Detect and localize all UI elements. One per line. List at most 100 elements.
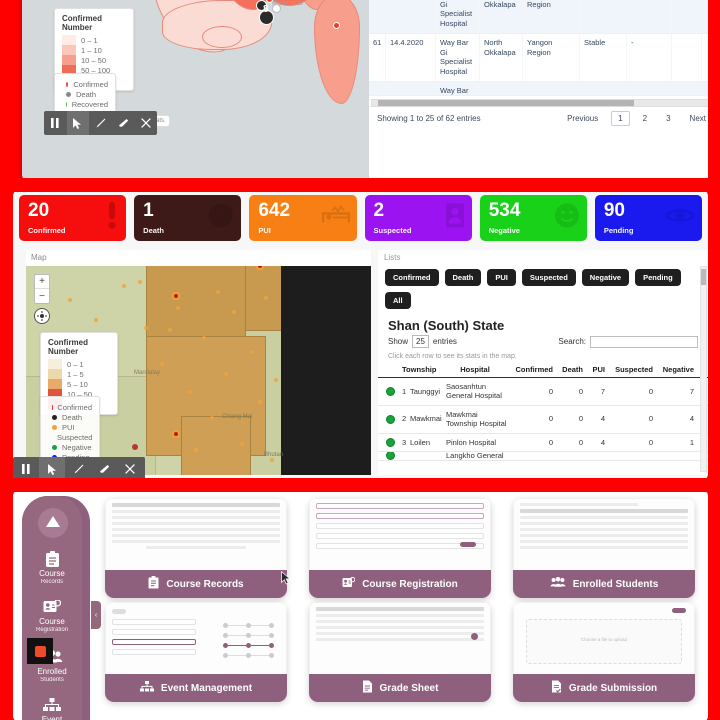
list-item[interactable]: 3 Loilen Pinlon Hospital 0 0 4 0 1 [378,434,708,452]
lists-vertical-scrollbar[interactable] [700,266,707,472]
pagination-previous[interactable]: Previous [561,112,604,125]
pagination-page-1[interactable]: 1 [611,110,630,126]
sidebar-collapse-button[interactable]: ‹ [91,601,101,629]
table-pagination[interactable]: Previous 1 2 3 Next [561,110,712,126]
sidebar-item-label: Enrolled [37,667,67,676]
sidebar-item-label: Course [39,617,65,626]
list-item[interactable]: 1 Taunggyi Saosanhtun General Hospital 0… [378,378,708,406]
portal-card-course-records[interactable]: Course Records [105,498,287,598]
map-marker-cluster[interactable] [272,4,281,13]
cell-hospital: Saosanhtun General Hospital [446,382,502,401]
portal-card-course-registration[interactable]: Course Registration [309,498,491,598]
th-negative[interactable]: Negative [655,362,696,377]
alert-circle-icon [208,203,234,234]
th-pui[interactable]: PUI [585,362,607,377]
table-row[interactable]: Way Bar [369,81,720,96]
th-confirmed[interactable]: Confirmed [508,362,555,377]
sidebar-item-event[interactable]: Event [22,696,82,720]
cell-confirmed: 0 [548,386,553,396]
pagination-page-2[interactable]: 2 [637,112,653,125]
eraser-icon[interactable] [112,111,135,135]
map-marker-confirmed[interactable] [172,430,180,438]
pen-icon[interactable] [89,111,112,135]
map-place-label: Mandalay [134,370,161,376]
map-marker-confirmed[interactable] [172,292,180,300]
card-caption: Course Registration [309,570,491,598]
covid-lists-card: Lists Confirmed Death PUI Suspected Nega… [378,250,708,475]
covid-cases-table: date to Hospital Hospital Township Regio… [369,0,720,182]
cell-hospital: Way Bar Gi Specialist Hospital [436,33,480,81]
stat-card-death[interactable]: 1 Death [134,195,242,241]
lists-title: Shan (South) State [388,318,505,333]
filter-chip-death[interactable]: Death [444,269,482,286]
portal-sidebar: Course Records Course Registration Enrol… [22,496,101,720]
sidebar-item-course-registration[interactable]: Course Registration [22,598,82,633]
stat-card-confirmed[interactable]: 20 Confirmed [19,195,127,241]
stat-card-suspected[interactable]: 2 Suspected [364,195,472,241]
annotation-toolbar[interactable] [44,111,157,135]
clipboard-icon [148,576,159,592]
portal-card-event-management[interactable]: Event Management [105,602,287,702]
filter-chip-confirmed[interactable]: Confirmed [385,269,439,286]
card-caption: Enrolled Students [513,570,695,598]
cell-negative: 4 [689,414,694,424]
search-input[interactable] [590,335,698,348]
search-label: Search: [558,337,586,346]
th-death[interactable]: Death [555,362,585,377]
list-item[interactable]: 2 Mawkmai Mawkmai Township Hospital 0 0 … [378,406,708,434]
sidebar-item-course-records[interactable]: Course Records [22,550,82,585]
portal-card-grade-sheet[interactable]: Grade Sheet [309,602,491,702]
stat-card-pending[interactable]: 90 Pending [594,195,703,241]
close-icon[interactable] [134,111,157,135]
card-preview [513,498,695,570]
cell-hospital: Pinlon Hospital [446,437,497,447]
table-row[interactable]: 62 14.4.2020 Way Bar Gi Specialist Hospi… [369,0,720,34]
status-badge [386,437,395,447]
list-item[interactable]: Langkho General [378,451,708,461]
covid-main-map[interactable]: + − Confirmed Number 0 – 1 1 – 5 5 – 10 … [26,266,371,475]
zoom-in-button[interactable]: + [35,275,49,289]
table-row[interactable]: 61 14.4.2020 Way Bar Gi Specialist Hospi… [369,33,720,82]
zoom-out-button[interactable]: − [35,289,49,303]
locate-icon[interactable] [34,308,50,324]
portal-card-enrolled-students[interactable]: Enrolled Students [513,498,695,598]
map-marker-confirmed[interactable] [333,22,340,29]
lists-hint: Click each row to see its stats in the m… [388,353,517,360]
cell-age [672,0,702,33]
sidebar-item-label: Event [41,715,63,720]
pause-icon[interactable] [44,111,67,135]
cell-condition: Stable [580,33,627,81]
map-legend-markers: Confirmed Death Recovered [54,73,116,115]
map-zoom-controls[interactable]: + − [34,274,50,304]
filter-chip-all[interactable]: All [385,292,411,309]
mouse-pointer-icon [281,570,291,590]
hospital-bed-icon [321,205,350,231]
cell-pui: 7 [600,386,605,396]
cell-index: 2 [402,414,407,424]
cell-confirmed: 0 [548,414,553,424]
th-hospital[interactable]: Hospital [442,362,508,377]
portal-card-grade-submission[interactable]: Choose a file to upload Grade Submission [513,602,695,702]
entries-per-page-select[interactable]: 25 [412,335,429,348]
sitemap-icon [139,681,154,695]
filter-chip-negative[interactable]: Negative [581,269,630,286]
legend-swatch [62,55,76,65]
filter-chip-pending[interactable]: Pending [635,269,681,286]
document-check-icon [551,680,562,696]
legend-label: PUI [62,422,75,432]
stat-card-negative[interactable]: 534 Negative [479,195,587,241]
legend-label: 0 – 1 [81,35,98,45]
card-label: Event Management [160,682,253,694]
map-cluster-count: 8 [263,4,269,15]
stat-label: Confirmed [28,226,66,235]
filter-chip-pui[interactable]: PUI [487,269,516,286]
th-suspected[interactable]: Suspected [607,362,655,377]
th-township[interactable]: Township [400,362,442,377]
covid-top-map[interactable]: Myanmar 8 Confirmed Number 0 – 1 1 – 10 … [22,0,369,182]
stat-card-pui[interactable]: 642 PUI [249,195,357,241]
cursor-icon[interactable] [66,111,90,135]
card-caption: Course Records [105,570,287,598]
filter-chip-suspected[interactable]: Suspected [521,269,576,286]
pagination-page-3[interactable]: 3 [660,112,676,125]
table-horizontal-scrollbar[interactable] [371,98,710,107]
